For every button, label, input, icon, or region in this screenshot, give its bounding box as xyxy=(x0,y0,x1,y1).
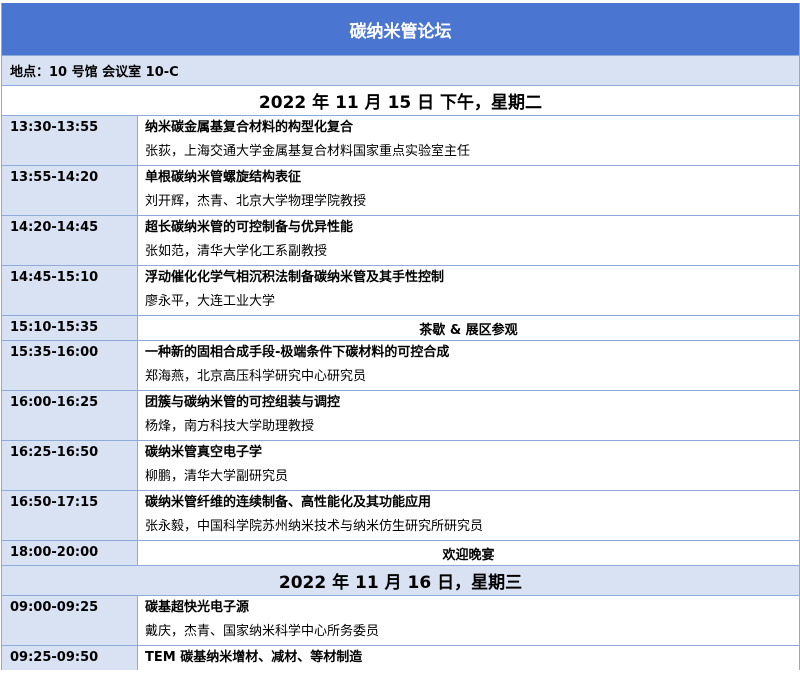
session-topic: 一种新的固相合成手段-极端条件下碳材料的可控合成 xyxy=(145,345,450,360)
session-topic: 碳纳米管纤维的连续制备、高性能化及其功能应用 xyxy=(145,495,432,510)
session-topic: 纳米碳金属基复合材料的构型化复合 xyxy=(145,120,354,135)
session-time: 15:35-16:00 xyxy=(2,341,138,390)
session-topic: 团簇与碳纳米管的可控组装与调控 xyxy=(145,395,341,410)
session-speaker: 戴庆，杰青、国家纳米科学中心所务委员 xyxy=(145,624,380,639)
session-row: 14:20-14:45 超长碳纳米管的可控制备与优异性能 张如范，清华大学化工系… xyxy=(2,216,799,266)
session-content: 一种新的固相合成手段-极端条件下碳材料的可控合成 郑海燕，北京高压科学研究中心研… xyxy=(138,341,799,390)
session-content: 超长碳纳米管的可控制备与优异性能 张如范，清华大学化工系副教授 xyxy=(138,216,799,265)
session-topic: 碳纳米管真空电子学 xyxy=(145,445,263,460)
session-time: 14:45-15:10 xyxy=(2,266,138,315)
session-speaker: 郑海燕，北京高压科学研究中心研究员 xyxy=(145,369,367,384)
session-content: 碳基超快光电子源 戴庆，杰青、国家纳米科学中心所务委员 xyxy=(138,596,799,645)
session-row: 15:35-16:00 一种新的固相合成手段-极端条件下碳材料的可控合成 郑海燕… xyxy=(2,341,799,391)
session-topic: TEM 碳基纳米增材、减材、等材制造 xyxy=(145,650,363,665)
dinner-row: 18:00-20:00 欢迎晚宴 xyxy=(2,541,799,566)
session-row: 16:00-16:25 团簇与碳纳米管的可控组装与调控 杨烽，南方科技大学助理教… xyxy=(2,391,799,441)
session-content: 纳米碳金属基复合材料的构型化复合 张荻，上海交通大学金属基复合材料国家重点实验室… xyxy=(138,116,799,165)
day-header-2: 2022 年 11 月 16 日，星期三 xyxy=(2,566,799,596)
session-row: 16:50-17:15 碳纳米管纤维的连续制备、高性能化及其功能应用 张永毅，中… xyxy=(2,491,799,541)
session-row: 13:30-13:55 纳米碳金属基复合材料的构型化复合 张荻，上海交通大学金属… xyxy=(2,116,799,166)
session-speaker: 廖永平，大连工业大学 xyxy=(145,294,276,309)
session-speaker: 杨烽，南方科技大学助理教授 xyxy=(145,419,315,434)
session-content: 碳纳米管纤维的连续制备、高性能化及其功能应用 张永毅，中国科学院苏州纳米技术与纳… xyxy=(138,491,799,540)
session-speaker: 张如范，清华大学化工系副教授 xyxy=(145,244,328,259)
session-content: TEM 碳基纳米增材、减材、等材制造 xyxy=(138,646,799,670)
session-content: 碳纳米管真空电子学 柳鹏，清华大学副研究员 xyxy=(138,441,799,490)
session-content: 单根碳纳米管螺旋结构表征 刘开辉，杰青、北京大学物理学院教授 xyxy=(138,166,799,215)
session-time: 09:00-09:25 xyxy=(2,596,138,645)
dinner-label: 欢迎晚宴 xyxy=(138,541,799,565)
session-row: 13:55-14:20 单根碳纳米管螺旋结构表征 刘开辉，杰青、北京大学物理学院… xyxy=(2,166,799,216)
schedule-table: 碳纳米管论坛 地点：10 号馆 会议室 10-C 2022 年 11 月 15 … xyxy=(1,3,800,670)
session-content: 团簇与碳纳米管的可控组装与调控 杨烽，南方科技大学助理教授 xyxy=(138,391,799,440)
session-speaker: 柳鹏，清华大学副研究员 xyxy=(145,469,289,484)
session-topic: 超长碳纳米管的可控制备与优异性能 xyxy=(145,220,354,235)
session-time: 13:30-13:55 xyxy=(2,116,138,165)
session-row: 09:00-09:25 碳基超快光电子源 戴庆，杰青、国家纳米科学中心所务委员 xyxy=(2,596,799,646)
session-speaker: 张永毅，中国科学院苏州纳米技术与纳米仿生研究所研究员 xyxy=(145,519,484,534)
break-label: 茶歇 & 展区参观 xyxy=(138,316,799,340)
session-time: 16:00-16:25 xyxy=(2,391,138,440)
session-speaker: 张荻，上海交通大学金属基复合材料国家重点实验室主任 xyxy=(145,144,471,159)
session-time: 18:00-20:00 xyxy=(2,541,138,565)
session-time: 16:50-17:15 xyxy=(2,491,138,540)
session-topic: 浮动催化化学气相沉积法制备碳纳米管及其手性控制 xyxy=(145,270,445,285)
session-time: 14:20-14:45 xyxy=(2,216,138,265)
session-row: 16:25-16:50 碳纳米管真空电子学 柳鹏，清华大学副研究员 xyxy=(2,441,799,491)
session-time: 13:55-14:20 xyxy=(2,166,138,215)
session-content: 浮动催化化学气相沉积法制备碳纳米管及其手性控制 廖永平，大连工业大学 xyxy=(138,266,799,315)
session-row: 09:25-09:50 TEM 碳基纳米增材、减材、等材制造 xyxy=(2,646,799,670)
session-row: 14:45-15:10 浮动催化化学气相沉积法制备碳纳米管及其手性控制 廖永平，… xyxy=(2,266,799,316)
session-time: 15:10-15:35 xyxy=(2,316,138,340)
forum-title: 碳纳米管论坛 xyxy=(2,3,799,56)
day-header-1: 2022 年 11 月 15 日 下午，星期二 xyxy=(2,86,799,116)
session-topic: 单根碳纳米管螺旋结构表征 xyxy=(145,170,302,185)
break-row: 15:10-15:35 茶歇 & 展区参观 xyxy=(2,316,799,341)
location-row: 地点：10 号馆 会议室 10-C xyxy=(2,56,799,86)
session-time: 16:25-16:50 xyxy=(2,441,138,490)
session-speaker: 刘开辉，杰青、北京大学物理学院教授 xyxy=(145,194,367,209)
session-topic: 碳基超快光电子源 xyxy=(145,600,250,615)
session-time: 09:25-09:50 xyxy=(2,646,138,670)
